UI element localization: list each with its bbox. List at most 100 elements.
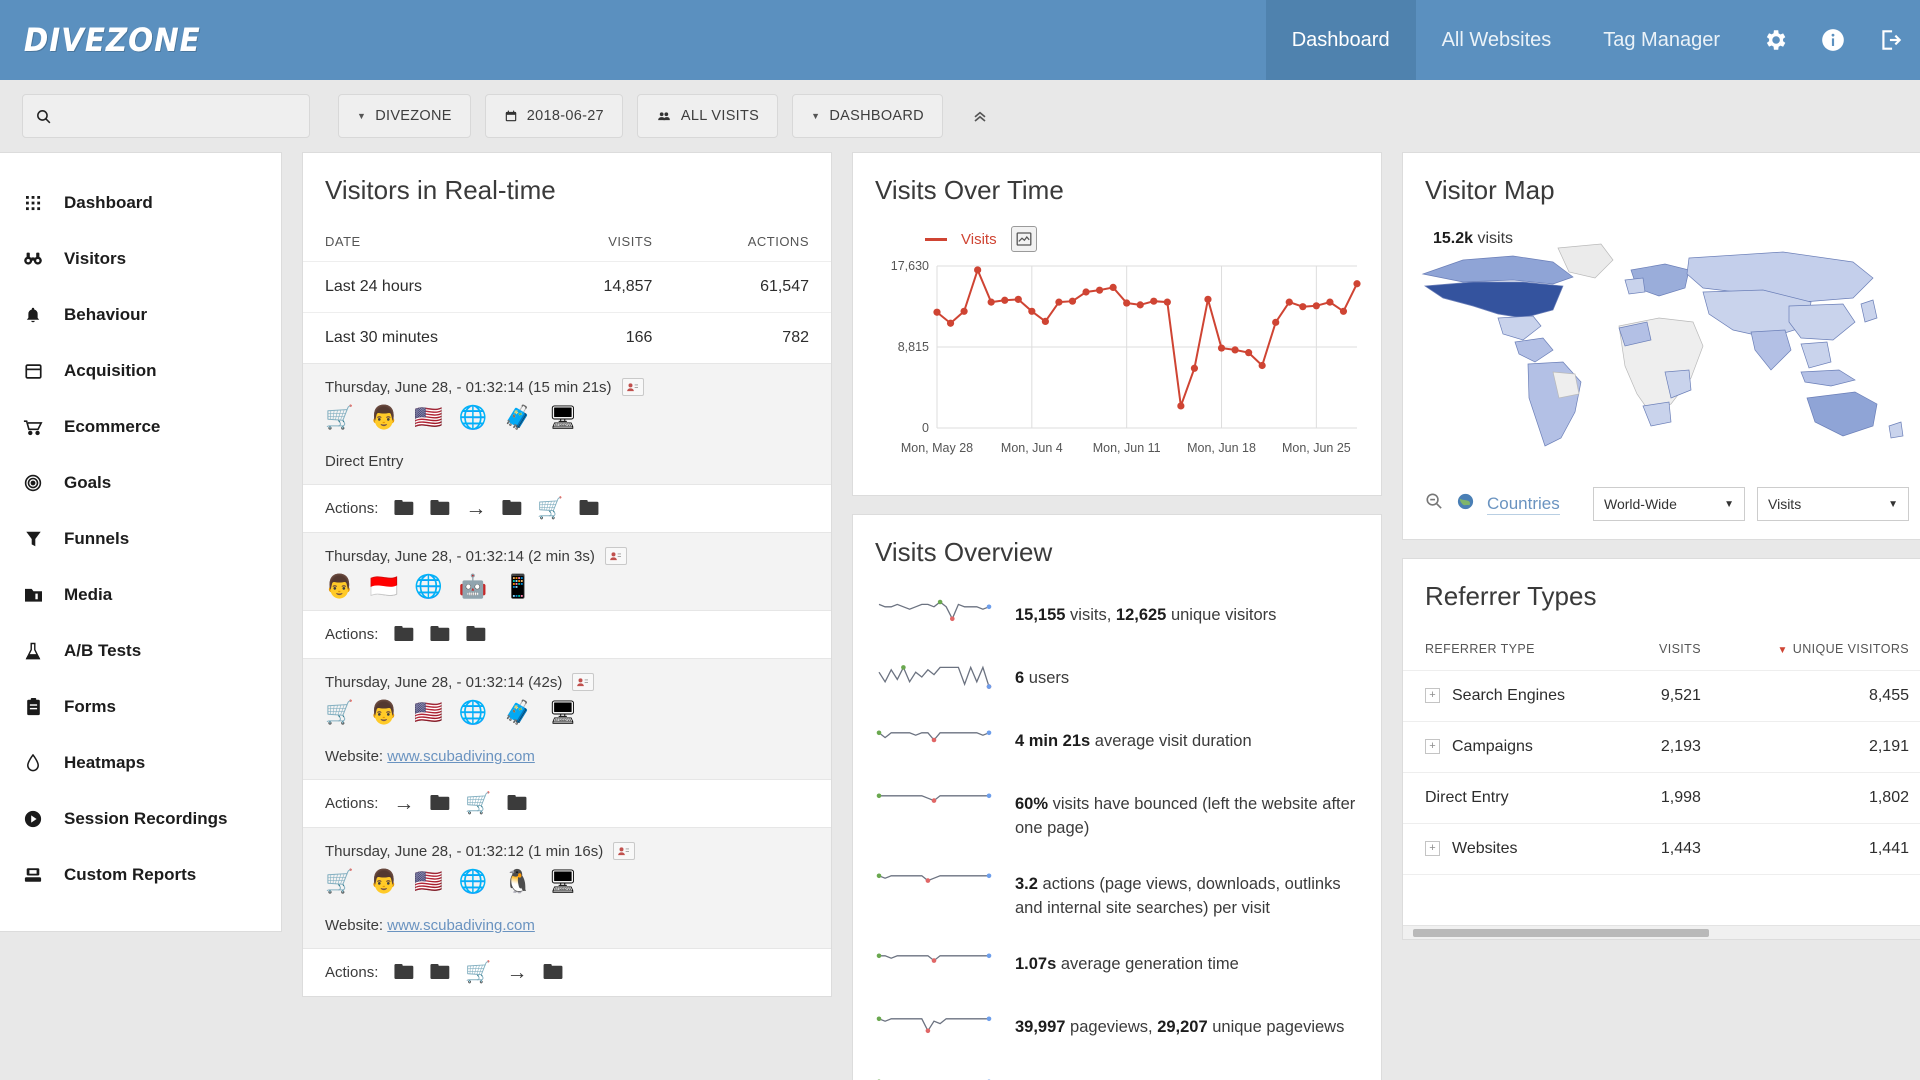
column-header-actions[interactable]: ACTIONS [674, 222, 831, 262]
gear-icon[interactable] [1746, 0, 1804, 80]
page-magenta-icon[interactable]: 🖿 [429, 793, 450, 814]
cell-referrer-type: + Search Engines [1403, 670, 1622, 722]
visit-referrer-link[interactable]: www.scubadiving.com [387, 917, 535, 934]
visits-overview-row[interactable]: 60% visits have bounced (left the websit… [853, 773, 1381, 853]
cart-error-icon[interactable]: 🛒 [465, 793, 491, 814]
sidebar-item-ab-tests[interactable]: A/B Tests [0, 623, 281, 679]
world-map[interactable]: 15.2k visits [1403, 222, 1920, 477]
visits-overview-row[interactable]: 3.2 actions (page views, downloads, outl… [853, 853, 1381, 933]
column-header-date[interactable]: DATE [303, 222, 536, 262]
page-purple-icon[interactable]: 🖿 [501, 498, 522, 519]
visits-overview-row[interactable]: 6 users [853, 647, 1381, 710]
table-row[interactable]: Last 24 hours 14,857 61,547 [303, 261, 831, 313]
expand-icon[interactable]: + [1425, 739, 1440, 755]
chevron-down-icon: ▼ [1724, 498, 1734, 510]
expand-icon[interactable]: + [1425, 841, 1440, 857]
sidebar-item-forms[interactable]: Forms [0, 679, 281, 735]
visitor-profile-icon[interactable] [613, 842, 636, 860]
sidebar-item-behaviour[interactable]: Behaviour [0, 287, 281, 343]
cell-visits: 9,521 [1621, 670, 1723, 722]
nav-item-all-websites[interactable]: All Websites [1416, 0, 1578, 80]
visit-referrer-link[interactable]: www.scubadiving.com [387, 748, 535, 765]
page-red-icon[interactable]: 🖿 [393, 498, 414, 519]
sparkline[interactable] [875, 1008, 993, 1047]
widget-title: Visits Overview [875, 537, 1053, 567]
segment-selector-pill[interactable]: ALL VISITS [636, 94, 779, 138]
visit-actions-row: Actions: → 🖿 🛒 🖿 [303, 779, 831, 827]
sidebar-item-custom-reports[interactable]: Custom Reports [0, 847, 281, 903]
nav-item-tag-manager[interactable]: Tag Manager [1577, 0, 1746, 80]
sidebar-item-media[interactable]: Media [0, 567, 281, 623]
page-violet-icon[interactable]: 🖿 [507, 793, 528, 814]
sidebar-item-session-recordings[interactable]: Session Recordings [0, 791, 281, 847]
cart-error-icon[interactable]: 🛒 [537, 498, 563, 519]
search-box[interactable] [22, 94, 310, 138]
zoom-out-icon[interactable] [1425, 492, 1444, 516]
search-input[interactable] [60, 107, 297, 125]
window-icon [22, 363, 44, 380]
visits-overview-row[interactable]: 39,997 pageviews, 29,207 unique pageview… [853, 996, 1381, 1059]
nav-item-dashboard[interactable]: Dashboard [1265, 0, 1416, 80]
page-selector-pill[interactable]: ▼ DASHBOARD [792, 94, 943, 138]
sidebar-item-goals[interactable]: Goals [0, 455, 281, 511]
page-magenta-icon[interactable]: 🖿 [429, 498, 450, 519]
visits-overview-row[interactable]: 1.07s average generation time [853, 933, 1381, 996]
logout-icon[interactable] [1862, 0, 1920, 80]
sparkline[interactable] [875, 1071, 993, 1080]
info-icon[interactable] [1804, 0, 1862, 80]
sidebar-item-heatmaps[interactable]: Heatmaps [0, 735, 281, 791]
table-row[interactable]: + Campaigns 2,193 2,191 [1403, 721, 1920, 773]
page-red-icon[interactable]: 🖿 [393, 962, 414, 983]
page-cyan-icon[interactable]: 🖿 [579, 498, 600, 519]
sidebar-item-funnels[interactable]: Funnels [0, 511, 281, 567]
sidebar-item-ecommerce[interactable]: Ecommerce [0, 399, 281, 455]
sparkline[interactable] [875, 596, 993, 635]
column-header-visits[interactable]: VISITS [1621, 628, 1723, 671]
visit-log-entry[interactable]: Thursday, June 28, - 01:32:14 (2 min 3s)… [303, 532, 831, 658]
column-header-unique-visitors[interactable]: ▼ UNIQUE VISITORS [1723, 628, 1920, 671]
sparkline[interactable] [875, 865, 993, 904]
table-row[interactable]: Last 30 minutes 166 782 [303, 312, 831, 363]
scrollbar-thumb[interactable] [1413, 928, 1709, 937]
sparkline[interactable] [875, 722, 993, 761]
page-indigo-icon[interactable]: 🖿 [543, 962, 564, 983]
table-row[interactable]: Direct Entry 1,998 1,802 [1403, 772, 1920, 824]
table-row[interactable]: + Websites 1,443 1,441 [1403, 823, 1920, 875]
visitor-profile-icon[interactable] [604, 547, 627, 565]
visits-over-time-chart[interactable]: Mon, May 28 Mon, Jun 4 Mon, Jun 11 Mon, Jun… [853, 254, 1381, 495]
sparkline[interactable] [875, 945, 993, 984]
visitor-profile-icon[interactable] [572, 673, 595, 691]
cart-error-icon[interactable]: 🛒 [465, 962, 491, 983]
expand-icon[interactable]: + [1425, 688, 1440, 704]
visit-log-entry[interactable]: Thursday, June 28, - 01:32:12 (1 min 16s… [303, 827, 831, 996]
metric-select[interactable]: Visits ▼ [1757, 487, 1909, 521]
date-selector-pill[interactable]: 2018-06-27 [484, 94, 623, 138]
visits-overview-row[interactable]: 372 total searches on your website, 93 u… [853, 1059, 1381, 1080]
sidebar-item-acquisition[interactable]: Acquisition [0, 343, 281, 399]
page-red-icon[interactable]: 🖿 [393, 624, 414, 645]
app-logo[interactable]: DIVEZONE [0, 0, 201, 80]
visitor-profile-icon[interactable] [621, 378, 644, 396]
sidebar-item-dashboard[interactable]: Dashboard [0, 175, 281, 231]
page-magenta-icon[interactable]: 🖿 [429, 962, 450, 983]
column-header-referrer-type[interactable]: REFERRER TYPE [1403, 628, 1621, 671]
horizontal-scrollbar[interactable] [1403, 925, 1920, 939]
sparkline[interactable] [875, 785, 993, 824]
visits-overview-row[interactable]: 15,155 visits, 12,625 unique visitors [853, 584, 1381, 647]
chevron-up-double-icon[interactable] [963, 99, 997, 133]
sidebar-item-visitors[interactable]: Visitors [0, 231, 281, 287]
sparkline[interactable] [875, 659, 993, 698]
page-violet-icon[interactable]: 🖿 [429, 624, 450, 645]
site-selector-pill[interactable]: ▼ DIVEZONE [338, 94, 471, 138]
visits-overview-row[interactable]: 4 min 21s average visit duration [853, 710, 1381, 773]
page-indigo-icon[interactable]: 🖿 [465, 624, 486, 645]
globe-icon[interactable] [1456, 492, 1475, 516]
column-header-visits[interactable]: VISITS [536, 222, 674, 262]
table-row[interactable]: + Search Engines 9,521 8,455 [1403, 670, 1920, 722]
visit-log-entry[interactable]: Thursday, June 28, - 01:32:14 (42s) 🛒 👨 … [303, 658, 831, 827]
region-select[interactable]: World-Wide ▼ [1593, 487, 1745, 521]
legend-label[interactable]: Visits [961, 231, 997, 248]
image-export-icon[interactable] [1010, 226, 1037, 252]
countries-link[interactable]: Countries [1487, 494, 1560, 515]
visit-log-entry[interactable]: Thursday, June 28, - 01:32:14 (15 min 21… [303, 363, 831, 532]
